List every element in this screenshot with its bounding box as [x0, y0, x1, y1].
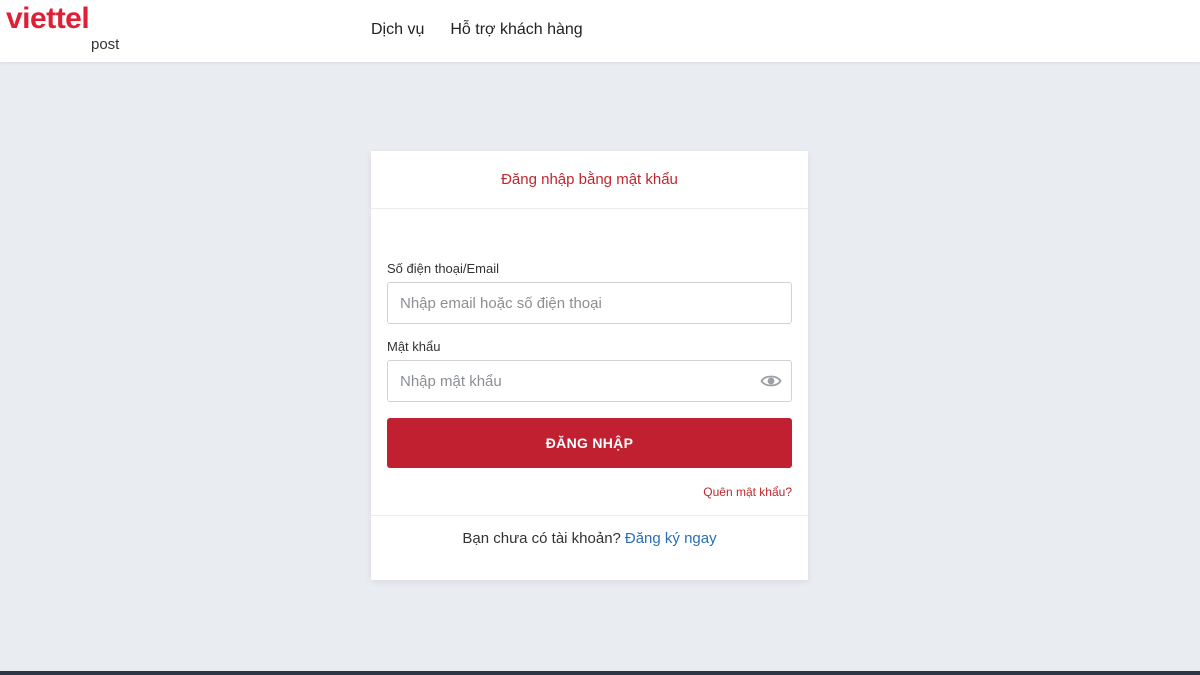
logo-subtitle: post [91, 36, 120, 53]
login-title: Đăng nhập bằng mật khẩu [371, 151, 808, 209]
eye-icon[interactable] [760, 371, 782, 391]
register-link[interactable]: Đăng ký ngay [625, 530, 717, 580]
register-prompt: Bạn chưa có tài khoản? [462, 530, 621, 547]
login-form: Số điện thoại/Email Mật khẩu ĐĂNG NHẬP Q… [387, 261, 792, 499]
register-footer: Bạn chưa có tài khoản? Đăng ký ngay [371, 515, 808, 580]
phone-email-label: Số điện thoại/Email [387, 261, 500, 276]
nav-item-customer-support[interactable]: Hỗ trợ khách hàng [450, 20, 582, 40]
login-button[interactable]: ĐĂNG NHẬP [387, 418, 792, 468]
viettel-post-logo[interactable]: viettel post [6, 4, 130, 56]
top-header: viettel post Dịch vụ Hỗ trợ khách hàng [0, 0, 1200, 62]
password-field-wrap [387, 360, 792, 402]
main-nav: Dịch vụ Hỗ trợ khách hàng [371, 20, 583, 40]
password-label: Mật khẩu [387, 339, 441, 354]
logo-wordmark: viettel [6, 2, 90, 35]
forgot-password-link[interactable]: Quên mật khẩu? [387, 485, 792, 499]
phone-email-input[interactable] [387, 282, 792, 324]
bottom-bar [0, 671, 1200, 675]
login-card: Đăng nhập bằng mật khẩu Số điện thoại/Em… [371, 151, 808, 580]
phone-email-field-wrap [387, 282, 792, 324]
password-input[interactable] [387, 360, 792, 402]
nav-item-services[interactable]: Dịch vụ [371, 20, 424, 40]
